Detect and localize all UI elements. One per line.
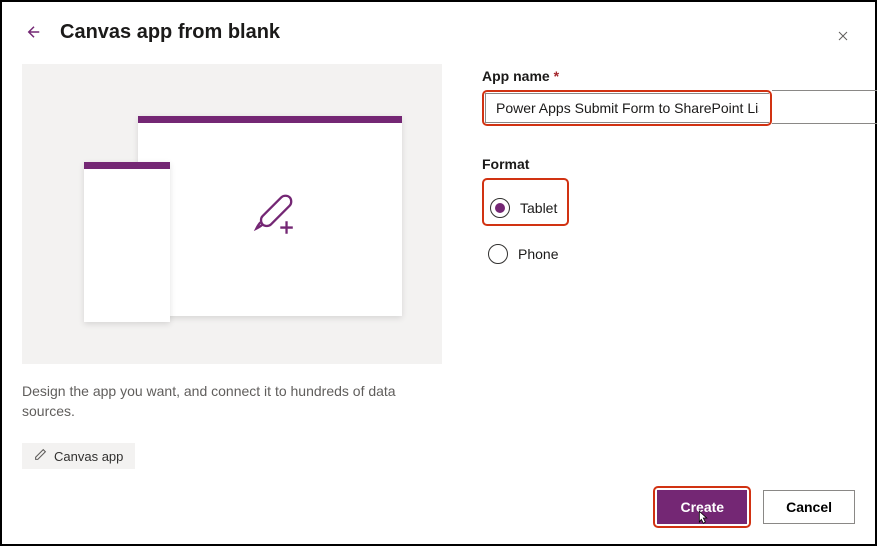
required-asterisk: * [554, 68, 559, 84]
back-button[interactable] [22, 20, 46, 44]
app-name-input-extend[interactable] [772, 90, 877, 124]
app-name-input[interactable] [485, 93, 769, 123]
create-button[interactable]: Create [657, 490, 747, 524]
format-radio-phone[interactable]: Phone [488, 244, 558, 264]
description-text: Design the app you want, and connect it … [22, 382, 402, 421]
page-title: Canvas app from blank [60, 21, 280, 44]
brush-plus-icon [248, 189, 298, 244]
close-button[interactable] [831, 24, 855, 48]
cancel-button[interactable]: Cancel [763, 490, 855, 524]
pencil-icon [34, 448, 47, 464]
preview-illustration [22, 64, 442, 364]
tag-label: Canvas app [54, 449, 123, 464]
format-label: Format [482, 156, 877, 172]
radio-label-phone: Phone [518, 246, 558, 262]
format-radio-tablet[interactable]: Tablet [490, 198, 557, 218]
app-name-label: App name * [482, 68, 877, 84]
canvas-app-tag[interactable]: Canvas app [22, 443, 135, 469]
radio-label-tablet: Tablet [520, 200, 557, 216]
phone-preview [84, 162, 170, 322]
